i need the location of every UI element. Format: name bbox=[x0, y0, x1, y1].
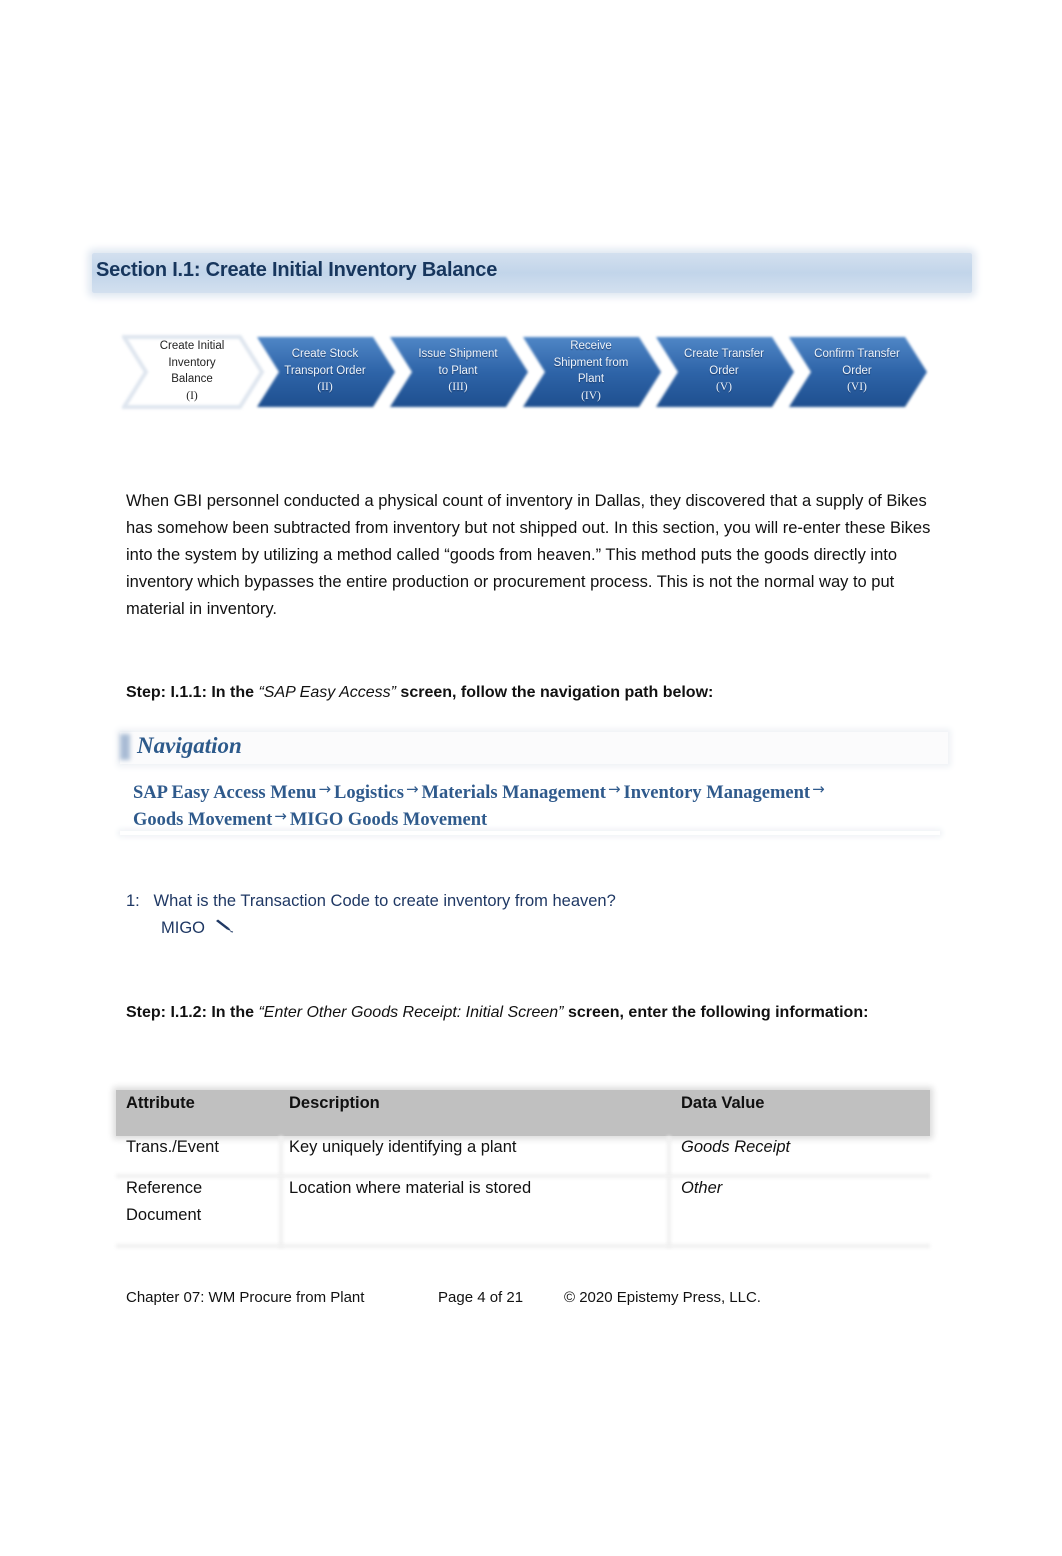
process-step-text: Order bbox=[709, 364, 739, 377]
table-cell-description: Key uniquely identifying a plant bbox=[289, 1138, 517, 1156]
section-title: Section I.1: Create Initial Inventory Ba… bbox=[96, 259, 498, 281]
arrow-right-icon: → bbox=[812, 780, 825, 798]
step-screen-name: “SAP Easy Access” bbox=[258, 684, 396, 701]
process-step-numeral: (IV) bbox=[581, 389, 601, 402]
navigation-divider bbox=[120, 831, 940, 835]
process-flow: Create Initial Inventory Balance (I) Create … bbox=[122, 333, 942, 413]
process-step-numeral: (II) bbox=[317, 381, 333, 394]
step-screen-name: “Enter Other Goods Receipt: Initial Scre… bbox=[258, 1004, 564, 1021]
table-cell-value: Other bbox=[681, 1179, 723, 1197]
process-step-label: Receive Shipment from Plant (IV) bbox=[521, 333, 661, 409]
table-cell-value: Goods Receipt bbox=[681, 1138, 791, 1156]
process-step-numeral: (V) bbox=[716, 381, 732, 394]
process-step-1: Create Initial Inventory Balance (I) bbox=[122, 333, 265, 409]
table-cell-attribute: Trans./Event bbox=[126, 1138, 219, 1156]
process-step-6: Confirm Transfer Order (VI) bbox=[787, 333, 927, 409]
question-text: What is the Transaction Code to create i… bbox=[153, 892, 616, 910]
process-step-text: Issue Shipment bbox=[418, 348, 498, 361]
step-heading-2: Step: I.1.2: In the “Enter Other Goods R… bbox=[126, 1004, 868, 1022]
process-step-text: Order bbox=[842, 364, 872, 377]
process-step-text: Confirm Transfer bbox=[814, 348, 900, 361]
step-prefix: Step: I.1.2: In the bbox=[126, 1004, 259, 1021]
table-column-divider bbox=[279, 1136, 283, 1248]
footer-chapter: Chapter 07: WM Procure from Plant bbox=[126, 1289, 365, 1306]
process-step-label: Confirm Transfer Order (VI) bbox=[787, 333, 927, 409]
navigation-path-item: Logistics bbox=[334, 783, 404, 803]
process-step-numeral: (III) bbox=[448, 381, 468, 394]
table-cell-attribute: Reference Document bbox=[126, 1175, 202, 1229]
navigation-marker bbox=[120, 734, 130, 760]
process-step-text: Balance bbox=[171, 373, 213, 385]
table-cell-description: Location where material is stored bbox=[289, 1179, 532, 1197]
process-step-5: Create Transfer Order (V) bbox=[654, 333, 794, 409]
navigation-title: Navigation bbox=[137, 733, 242, 758]
pencil-icon bbox=[214, 915, 234, 942]
section-header: Section I.1: Create Initial Inventory Ba… bbox=[92, 253, 972, 293]
process-step-text: Receive bbox=[570, 340, 612, 352]
step-suffix: screen, enter the following information: bbox=[563, 1004, 869, 1021]
footer-copyright: © 2020 Epistemy Press, LLC. bbox=[564, 1289, 761, 1306]
navigation-path-item: Inventory Management bbox=[623, 783, 811, 803]
process-step-3: Issue Shipment to Plant (III) bbox=[388, 333, 528, 409]
table-header-data-value: Data Value bbox=[681, 1094, 765, 1112]
answer: MIGO bbox=[161, 915, 234, 942]
step-heading-1: Step: I.1.1: In the “SAP Easy Access” sc… bbox=[126, 684, 713, 702]
table-header-row bbox=[116, 1090, 930, 1136]
table-column-divider bbox=[667, 1136, 671, 1248]
process-step-label: Create Initial Inventory Balance (I) bbox=[122, 333, 262, 409]
arrow-right-icon: → bbox=[318, 780, 332, 798]
process-step-text: Create Initial bbox=[159, 340, 225, 352]
navigation-path-item: Goods Movement bbox=[133, 810, 273, 830]
navigation-path: SAP Easy Access Menu → Logistics → Materials… bbox=[133, 780, 933, 834]
process-step-text: Create Stock bbox=[291, 348, 359, 361]
process-step-text: to Plant bbox=[438, 364, 478, 377]
step-suffix: screen, follow the navigation path below… bbox=[395, 684, 714, 701]
attribute-line: Document bbox=[126, 1206, 202, 1224]
arrow-right-icon: → bbox=[607, 780, 621, 798]
step-prefix: Step: I.1.1: In the bbox=[126, 684, 259, 701]
navigation-path-item: Materials Management bbox=[421, 783, 606, 803]
process-step-text: Transport Order bbox=[284, 364, 366, 377]
process-step-numeral: (I) bbox=[186, 389, 198, 402]
intro-paragraph: When GBI personnel conducted a physical … bbox=[126, 492, 931, 618]
arrow-right-icon: → bbox=[405, 780, 419, 798]
process-step-numeral: (VI) bbox=[847, 381, 867, 394]
table-header-description: Description bbox=[289, 1094, 380, 1112]
process-step-label: Create Transfer Order (V) bbox=[654, 333, 794, 409]
table-row-divider bbox=[116, 1244, 930, 1248]
process-step-text: Create Transfer bbox=[684, 348, 764, 361]
navigation-box: Navigation SAP Easy Access Menu → Logistic… bbox=[120, 728, 950, 838]
question: 1: What is the Transaction Code to creat… bbox=[126, 888, 616, 915]
process-step-text: Plant bbox=[577, 373, 605, 385]
question-number: 1: bbox=[126, 892, 140, 910]
footer-page-number: Page 4 of 21 bbox=[438, 1289, 524, 1306]
answer-text[interactable]: MIGO bbox=[161, 919, 205, 937]
navigation-path-item: SAP Easy Access Menu bbox=[133, 783, 317, 803]
table-header-attribute: Attribute bbox=[126, 1094, 195, 1112]
navigation-header bbox=[120, 732, 948, 764]
process-step-text: Inventory bbox=[168, 356, 216, 369]
attribute-line: Reference bbox=[126, 1179, 203, 1197]
process-step-2: Create Stock Transport Order (II) bbox=[255, 333, 395, 409]
process-step-label: Create Stock Transport Order (II) bbox=[255, 333, 395, 409]
process-step-4: Receive Shipment from Plant (IV) bbox=[521, 333, 661, 409]
arrow-right-icon: → bbox=[274, 807, 287, 825]
process-step-text: Shipment from bbox=[553, 356, 629, 369]
navigation-path-item: MIGO Goods Movement bbox=[289, 810, 488, 830]
process-step-label: Issue Shipment to Plant (III) bbox=[388, 333, 528, 409]
